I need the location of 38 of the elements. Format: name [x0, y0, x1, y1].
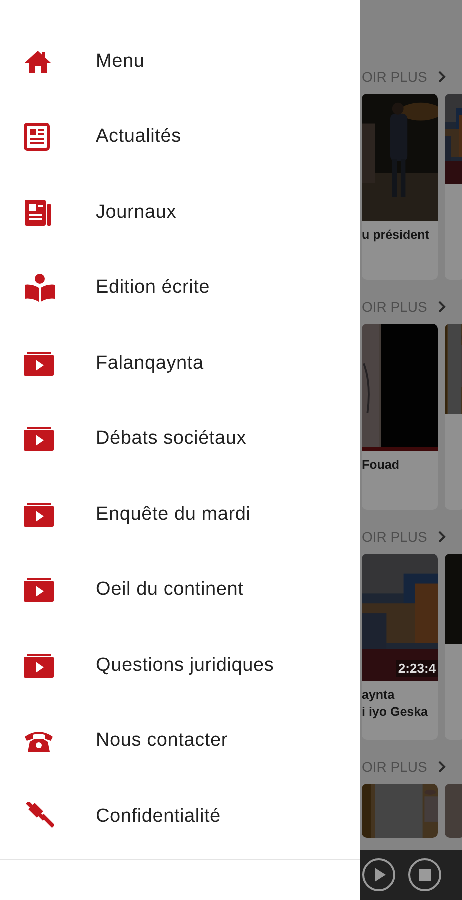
card-title: aynta [362, 687, 396, 704]
card-title: Fouad [362, 457, 400, 474]
video-icon [24, 578, 54, 602]
menu-item[interactable]: Nous contacter [0, 704, 360, 779]
chevron-right-icon [438, 531, 446, 543]
video-icon [24, 427, 54, 452]
article-icon [24, 123, 50, 152]
menu-item[interactable]: Actualités [0, 100, 360, 175]
video-card[interactable]: 2:23:4 aynta i iyo Geska [362, 554, 438, 740]
menu-item[interactable]: Menu [0, 24, 360, 100]
home-icon [24, 50, 52, 74]
video-card[interactable]: Fouad [362, 324, 438, 510]
menu-item[interactable]: Enquête du mardi [0, 477, 360, 552]
video-icon [24, 352, 54, 376]
menu-item[interactable]: Falanqaynta [0, 326, 360, 402]
video-card[interactable]: u président [362, 94, 438, 280]
menu-item[interactable]: Questions juridiques [0, 628, 360, 704]
chevron-right-icon [438, 71, 446, 83]
menu-item[interactable]: Oeil du continent [0, 552, 360, 628]
video-card[interactable] [445, 94, 462, 280]
video-icon [24, 502, 54, 527]
video-card[interactable] [445, 554, 462, 740]
menu-item[interactable]: Journaux [0, 175, 360, 250]
card-title: u président [362, 227, 430, 244]
video-card[interactable] [445, 324, 462, 510]
chevron-right-icon [438, 761, 446, 773]
chevron-right-icon [438, 301, 446, 313]
newspaper-icon [24, 198, 52, 227]
stop-icon[interactable] [408, 858, 442, 892]
card-title: i iyo Geska [362, 704, 430, 721]
reader-icon [24, 273, 56, 304]
phone-icon [24, 729, 54, 754]
duration-label: 2:23:4 [396, 660, 438, 677]
menu-item[interactable]: Confidentialité [0, 779, 360, 854]
menu-item[interactable]: Débats sociétaux [0, 402, 360, 477]
video-icon [24, 654, 54, 678]
menu-item[interactable]: Edition écrite [0, 250, 360, 326]
play-icon[interactable] [362, 858, 396, 892]
